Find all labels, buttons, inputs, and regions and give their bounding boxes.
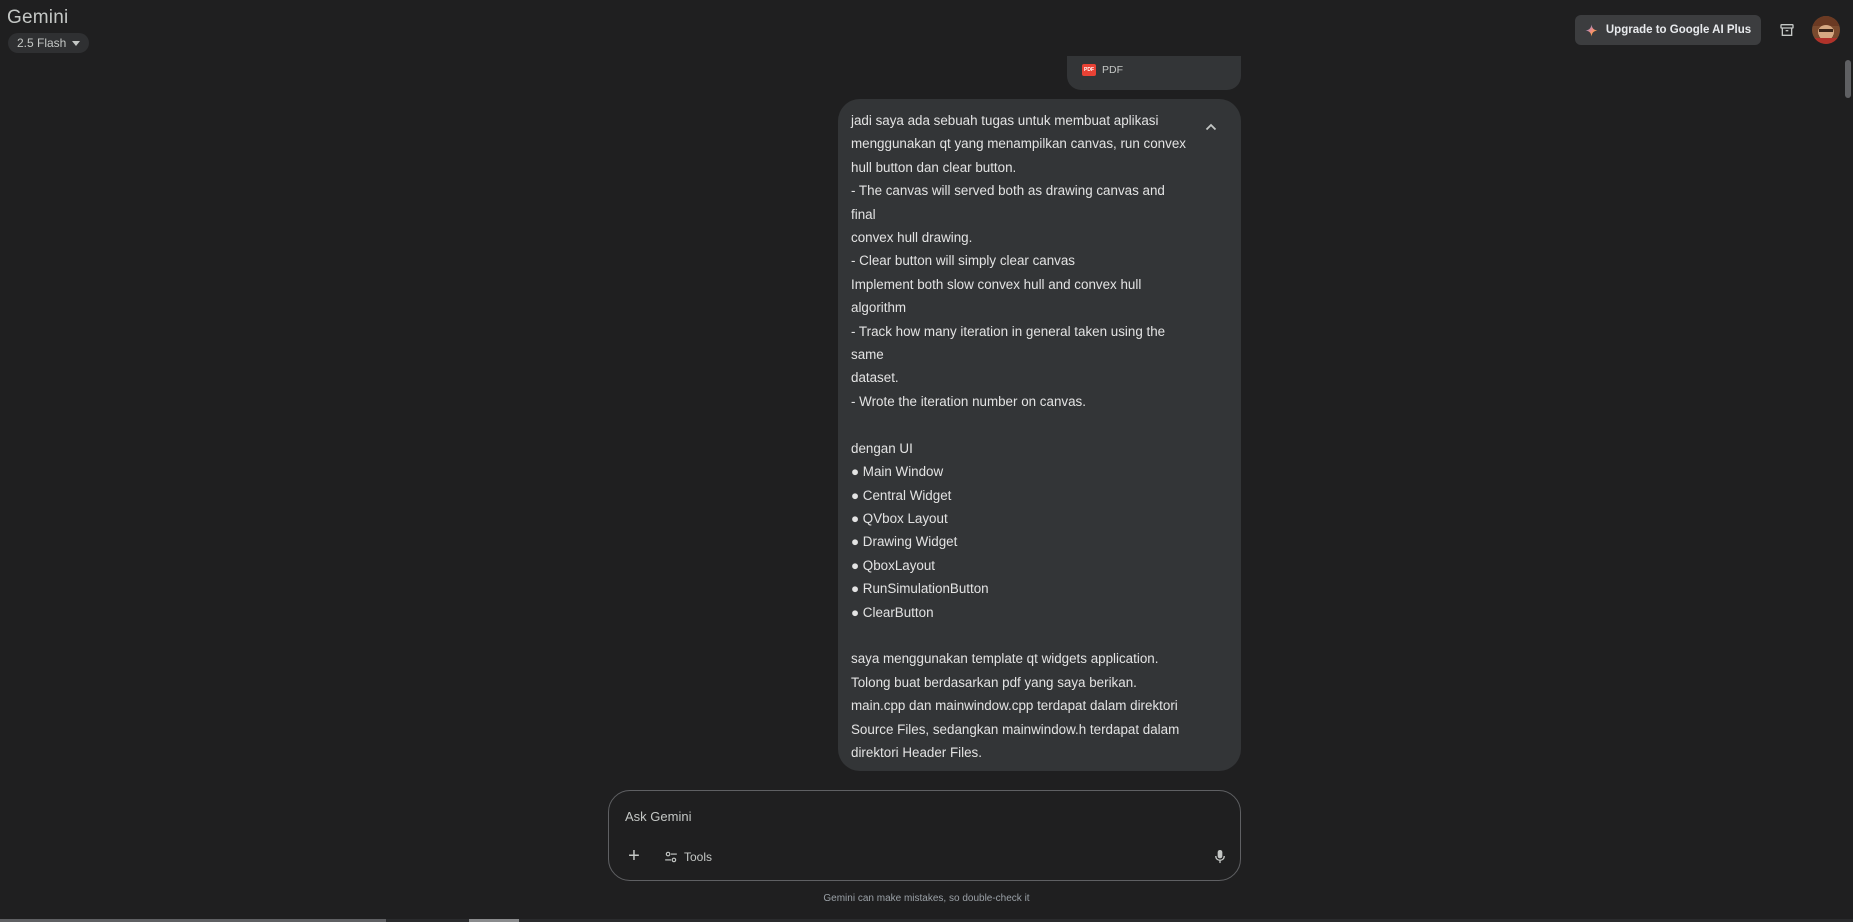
user-message-text: jadi saya ada sebuah tugas untuk membuat… [851, 113, 1186, 760]
upgrade-label: Upgrade to Google AI Plus [1605, 24, 1752, 36]
avatar[interactable] [1812, 16, 1840, 44]
add-attachment-button[interactable]: + [623, 845, 645, 867]
user-message-bubble: jadi saya ada sebuah tugas untuk membuat… [838, 99, 1241, 771]
sparkle-icon [1585, 24, 1598, 36]
pdf-attachment-card[interactable]: PDF PDF [1067, 56, 1241, 90]
tools-label: Tools [684, 850, 713, 864]
tools-button[interactable]: Tools [664, 847, 712, 867]
microphone-button[interactable] [1210, 845, 1230, 867]
app-title: Gemini [7, 7, 69, 28]
archive-icon [1780, 24, 1794, 36]
upgrade-button[interactable]: Upgrade to Google AI Plus [1575, 15, 1761, 45]
top-bar: Gemini 2.5 Flash Upgrade to Google AI Pl… [0, 0, 1853, 56]
prompt-composer: + Tools [608, 790, 1241, 881]
collapse-message-button[interactable] [1201, 117, 1221, 137]
model-selector[interactable]: 2.5 Flash [8, 33, 90, 53]
attachment-type-label: PDF [1102, 64, 1123, 76]
scrollbar-thumb[interactable] [1845, 60, 1851, 98]
disclaimer-text: Gemini can make mistakes, so double-chec… [823, 893, 1030, 904]
chevron-up-icon [1205, 123, 1217, 131]
mic-icon [1215, 849, 1225, 863]
profile-photo-icon [1812, 16, 1840, 44]
archive-button[interactable] [1774, 17, 1800, 43]
prompt-input[interactable] [625, 806, 1185, 826]
caret-down-icon [72, 40, 81, 46]
model-label: 2.5 Flash [17, 36, 67, 50]
pdf-attachment-row: PDF PDF [1082, 64, 1123, 76]
tune-icon [665, 851, 677, 863]
pdf-file-icon: PDF [1082, 64, 1096, 76]
